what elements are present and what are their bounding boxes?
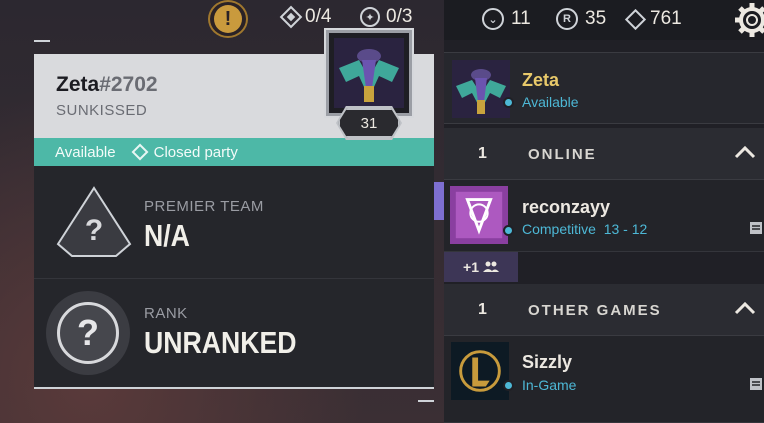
- rank-label: RANK: [144, 305, 188, 322]
- premier-team-icon: ?: [56, 186, 132, 257]
- objectives-counter-value: 0/3: [386, 6, 413, 27]
- self-avatar: [452, 60, 510, 118]
- player-card-body: ? PREMIER TEAM N/A ? RANK UNRANKED: [34, 166, 434, 388]
- valorant-points[interactable]: 761: [624, 8, 682, 30]
- player-card-art-icon: [334, 38, 404, 108]
- friend-row-sizzly[interactable]: Sizzly In-Game: [444, 336, 764, 423]
- diamond-mission-icon: [279, 5, 303, 29]
- rank-value: UNRANKED: [144, 325, 297, 360]
- online-title: ONLINE: [528, 146, 597, 163]
- card-bottom-line: [34, 387, 434, 389]
- divider: [34, 278, 434, 279]
- star-objective-icon: ✦: [360, 7, 380, 27]
- svg-text:?: ?: [85, 214, 103, 247]
- valorant-points-value: 761: [650, 8, 682, 29]
- missions-counter[interactable]: 0/4: [279, 5, 332, 29]
- kingdom-credits-value: 11: [511, 8, 531, 29]
- reconzayy-status: Competitive 13 - 12: [522, 221, 647, 237]
- valorant-points-icon: [624, 8, 647, 30]
- league-of-legends-icon: [451, 342, 509, 400]
- self-name: Zeta: [522, 70, 560, 90]
- chevron-up-icon[interactable]: [732, 140, 758, 166]
- radianite[interactable]: R 35: [556, 8, 606, 30]
- online-group-header[interactable]: 1 ONLINE: [444, 128, 764, 180]
- self-friend-row[interactable]: Zeta Available: [444, 52, 764, 124]
- message-icon[interactable]: [750, 222, 762, 234]
- other-games-group-header[interactable]: 1 OTHER GAMES: [444, 284, 764, 336]
- corner-dash: [34, 40, 50, 42]
- question-icon: ?: [57, 302, 119, 364]
- reconzayy-avatar: [450, 186, 508, 244]
- friend-row-reconzayy[interactable]: reconzayy Competitive 13 - 12: [444, 180, 764, 252]
- party-icon: [131, 143, 149, 161]
- other-games-title: OTHER GAMES: [528, 302, 662, 319]
- rank-icon: ?: [46, 291, 130, 375]
- party-status-label: Closed party: [153, 143, 238, 161]
- premier-team-value: N/A: [144, 218, 190, 253]
- radianite-value: 35: [585, 8, 607, 29]
- message-icon[interactable]: [750, 378, 762, 390]
- kingdom-credits[interactable]: ⌄ 11: [482, 8, 531, 30]
- self-status-dot: [503, 97, 514, 108]
- availability-status: Available: [55, 143, 116, 161]
- self-status: Available: [522, 94, 579, 110]
- sizzly-status: In-Game: [522, 377, 577, 393]
- player-name-text: Zeta: [56, 73, 100, 96]
- group-icon: [482, 261, 499, 272]
- reconzayy-status-mode: Competitive: [522, 221, 596, 237]
- reconzayy-name: reconzayy: [522, 197, 611, 217]
- gear-icon[interactable]: [734, 2, 764, 38]
- reconzayy-status-dot: [503, 225, 514, 236]
- missions-counter-value: 0/4: [305, 6, 332, 27]
- sizzly-status-dot: [503, 380, 514, 391]
- currency-bar: ⌄ 11 R 35 761: [444, 0, 764, 40]
- party-members-strip[interactable]: +1: [444, 252, 518, 282]
- online-count: 1: [478, 145, 487, 162]
- alert-button[interactable]: !: [208, 0, 248, 38]
- radianite-icon: R: [556, 8, 578, 30]
- player-title: SUNKISSED: [56, 102, 148, 119]
- corner-dash: [418, 400, 434, 402]
- party-lock-tab: [434, 182, 444, 220]
- party-extra-count: +1: [463, 259, 479, 275]
- objectives-counter[interactable]: ✦ 0/3: [360, 6, 412, 28]
- exclamation-icon: !: [214, 5, 242, 33]
- player-avatar-frame[interactable]: 31: [320, 28, 418, 146]
- sizzly-name: Sizzly: [522, 352, 573, 372]
- account-level-badge: 31: [338, 108, 400, 138]
- player-name: Zeta#2702: [56, 73, 158, 97]
- other-games-count: 1: [478, 301, 487, 318]
- party-status[interactable]: Closed party: [131, 143, 238, 161]
- friends-panel: ⌄ 11 R 35 761 Zeta Available 1 ONLINE re…: [434, 0, 764, 423]
- premier-team-label: PREMIER TEAM: [144, 198, 264, 215]
- player-card-avatar: [324, 28, 414, 118]
- player-tag: #2702: [99, 73, 158, 96]
- reconzayy-score: 13 - 12: [603, 221, 648, 237]
- chevron-up-icon[interactable]: [732, 296, 758, 322]
- kingdom-credits-icon: ⌄: [482, 8, 504, 30]
